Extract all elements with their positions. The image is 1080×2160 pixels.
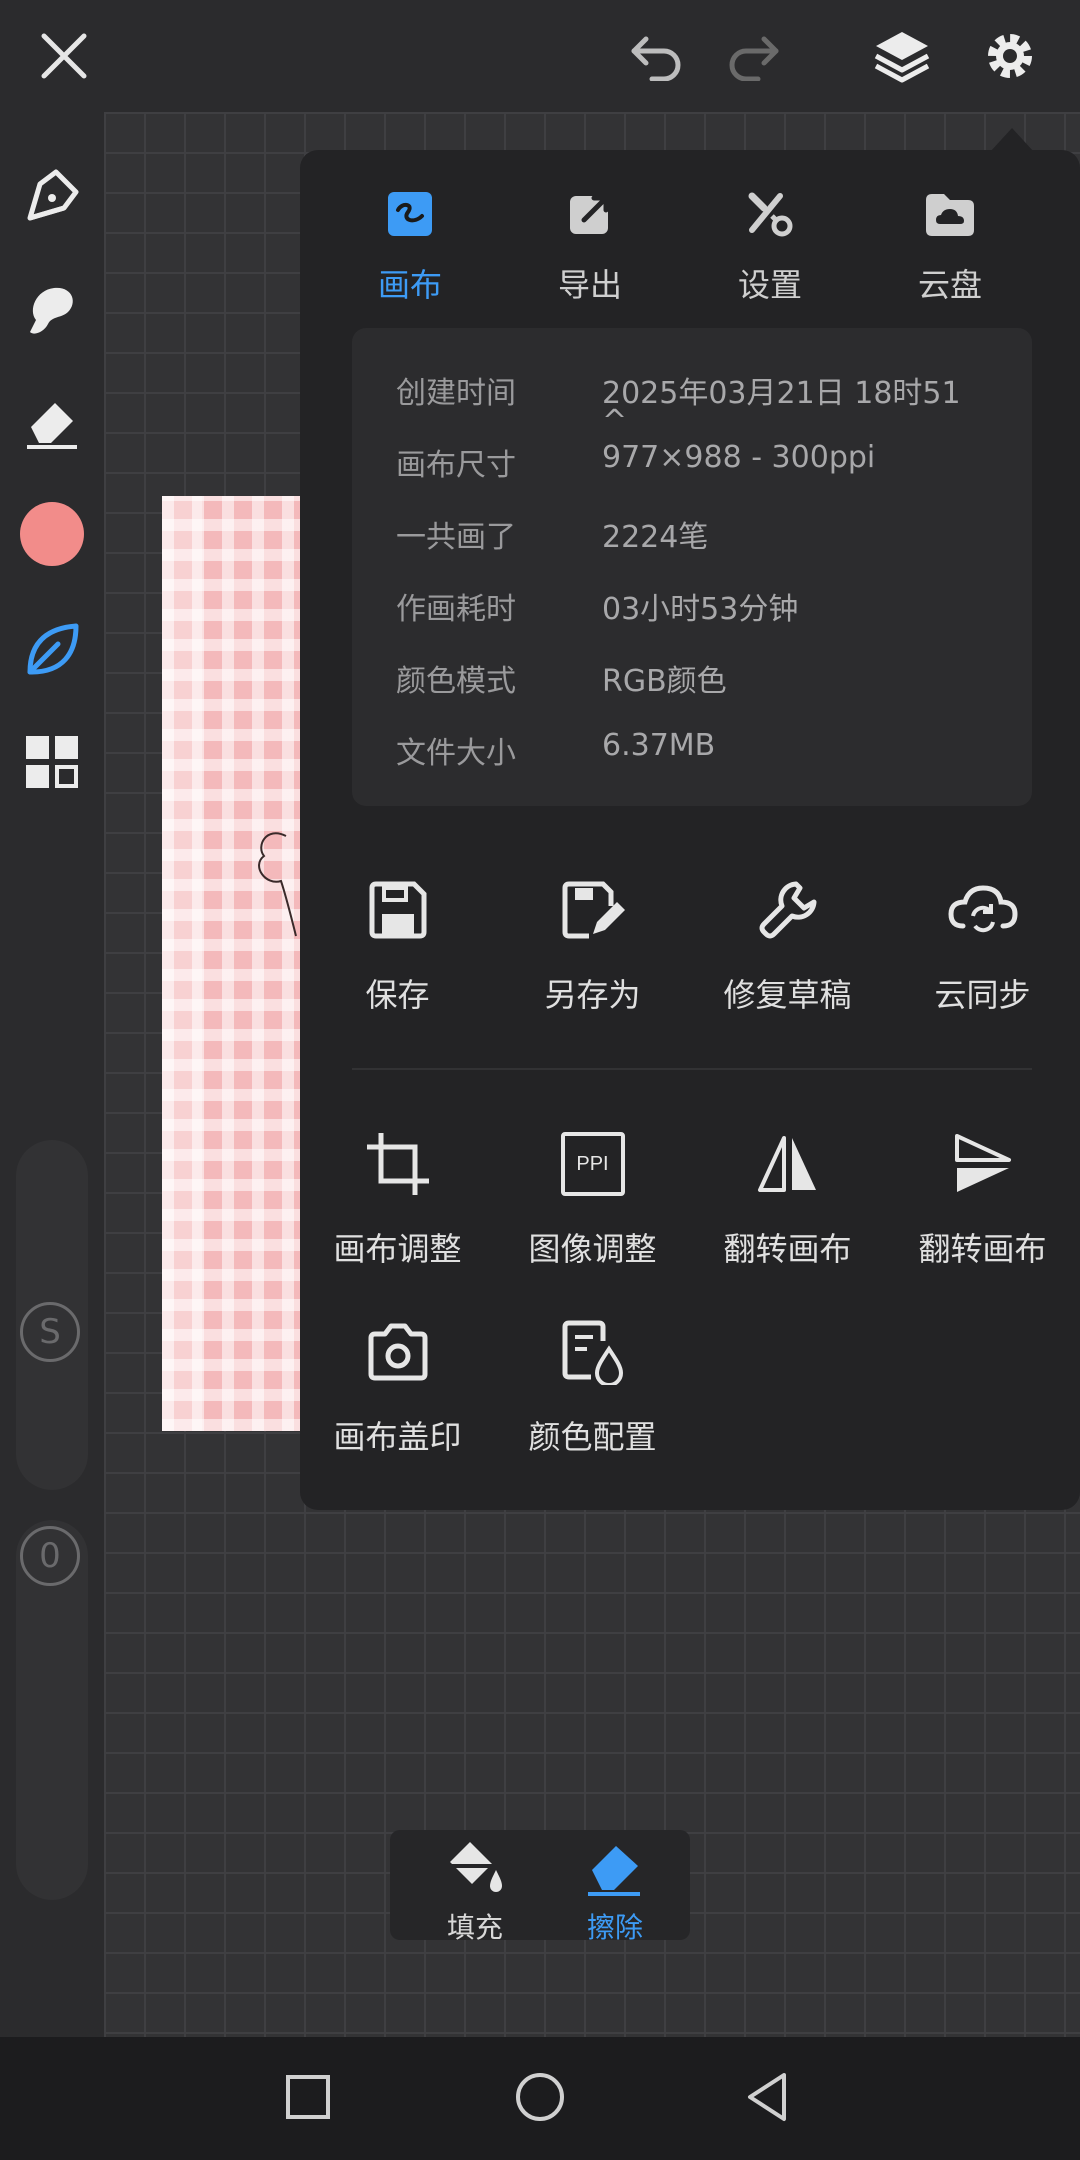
eraser-icon	[588, 1846, 640, 1896]
save-as-button[interactable]: 另存为	[495, 870, 690, 1016]
action-label: 另存为	[544, 976, 641, 1014]
settings-tools-icon	[680, 182, 860, 246]
save-button[interactable]: 保存	[300, 870, 495, 1016]
tab-canvas[interactable]: 画布	[320, 182, 500, 306]
info-value: 03小时53分钟	[602, 592, 799, 627]
wrench-icon	[690, 870, 885, 950]
section-divider	[352, 1068, 1032, 1070]
tool-label: 擦除	[586, 1911, 643, 1944]
layers-icon[interactable]	[864, 18, 940, 94]
tool-label: 填充	[446, 1911, 503, 1944]
system-navbar	[0, 2037, 1080, 2160]
info-value: 977×988 - 300ppi	[602, 440, 876, 475]
close-icon[interactable]	[26, 18, 102, 94]
gear-icon[interactable]	[972, 18, 1048, 94]
brush-size-knob[interactable]: S	[20, 1302, 80, 1362]
info-key: 颜色模式	[396, 664, 516, 699]
artwork-canvas[interactable]	[162, 496, 302, 1431]
canvas-icon	[320, 182, 500, 246]
action-label: 图像调整	[528, 1230, 657, 1268]
camera-icon	[300, 1312, 495, 1392]
grid-icon[interactable]	[14, 724, 90, 800]
crop-icon	[300, 1124, 495, 1204]
eraser-icon[interactable]	[14, 384, 90, 460]
back-icon[interactable]	[728, 2057, 808, 2137]
flip-canvas-horizontal-button[interactable]: 翻转画布	[690, 1124, 885, 1270]
action-label: 翻转画布	[918, 1230, 1047, 1268]
color-swatch[interactable]	[14, 496, 90, 572]
action-label: 画布盖印	[333, 1418, 462, 1456]
pen-icon[interactable]	[14, 158, 90, 234]
tab-settings[interactable]: 设置	[680, 182, 860, 306]
info-value-expand[interactable]: ^	[602, 404, 1002, 439]
redo-icon[interactable]	[716, 18, 792, 94]
popup-arrow	[990, 128, 1034, 152]
top-toolbar	[0, 0, 1080, 112]
tab-label: 云盘	[917, 266, 982, 304]
flip-canvas-vertical-button[interactable]: 翻转画布	[885, 1124, 1080, 1270]
color-profile-button[interactable]: 颜色配置	[495, 1312, 690, 1458]
info-value: 6.37MB	[602, 728, 716, 763]
action-label: 画布调整	[333, 1230, 462, 1268]
tab-label: 导出	[557, 266, 622, 304]
cloud-sync-icon	[885, 870, 1080, 950]
action-label: 保存	[365, 976, 430, 1014]
smudge-icon[interactable]	[14, 272, 90, 348]
flip-horizontal-icon	[690, 1124, 885, 1204]
cloud-drive-icon	[860, 182, 1040, 246]
artwork-stripe	[162, 496, 202, 1431]
export-icon	[500, 182, 680, 246]
brush-opacity-slider[interactable]: 0	[16, 1520, 88, 1900]
action-label: 云同步	[934, 976, 1031, 1014]
bottom-tool-panel: 填充 擦除	[390, 1830, 690, 1944]
leaf-icon[interactable]	[14, 612, 90, 688]
erase-tool-button[interactable]: 擦除	[550, 1836, 680, 1946]
info-value: RGB颜色	[602, 664, 727, 699]
info-key: 画布尺寸	[396, 448, 516, 483]
undo-icon[interactable]	[618, 18, 694, 94]
home-icon[interactable]	[500, 2057, 580, 2137]
brush-opacity-knob[interactable]: 0	[20, 1526, 80, 1586]
action-label: 修复草稿	[723, 976, 852, 1014]
tab-cloud-drive[interactable]: 云盘	[860, 182, 1040, 306]
repair-draft-button[interactable]: 修复草稿	[690, 870, 885, 1016]
save-icon	[300, 870, 495, 950]
recent-apps-icon[interactable]	[268, 2057, 348, 2137]
info-key: 文件大小	[396, 736, 516, 771]
tab-export[interactable]: 导出	[500, 182, 680, 306]
info-key: 一共画了	[396, 520, 516, 555]
info-value: 2224笔	[602, 520, 709, 555]
canvas-adjust-button[interactable]: 画布调整	[300, 1124, 495, 1270]
fill-bucket-icon	[446, 1842, 502, 1892]
ppi-badge: PPI	[560, 1132, 625, 1196]
cloud-sync-button[interactable]: 云同步	[885, 870, 1080, 1016]
tab-label: 画布	[377, 266, 442, 304]
ppi-icon: PPI	[495, 1124, 690, 1204]
fill-tool-button[interactable]: 填充	[410, 1836, 540, 1946]
canvas-stamp-button[interactable]: 画布盖印	[300, 1312, 495, 1458]
info-key: 作画耗时	[396, 592, 516, 627]
brush-size-slider[interactable]: S	[16, 1140, 88, 1490]
flip-vertical-icon	[885, 1124, 1080, 1204]
color-profile-icon	[495, 1312, 690, 1392]
info-key: 创建时间	[396, 376, 516, 411]
canvas-info-panel: 创建时间 2025年03月21日 18时51 ^ 画布尺寸 977×988 - …	[352, 328, 1032, 806]
image-adjust-button[interactable]: PPI 图像调整	[495, 1124, 690, 1270]
action-label: 翻转画布	[723, 1230, 852, 1268]
canvas-settings-popup: 画布 导出 设置 云盘 创建时间 2025年03月21日 18时51 ^ 画布尺…	[300, 150, 1080, 1510]
tab-label: 设置	[737, 266, 802, 304]
save-as-icon	[495, 870, 690, 950]
artwork-sketch	[258, 832, 297, 937]
action-label: 颜色配置	[528, 1418, 657, 1456]
